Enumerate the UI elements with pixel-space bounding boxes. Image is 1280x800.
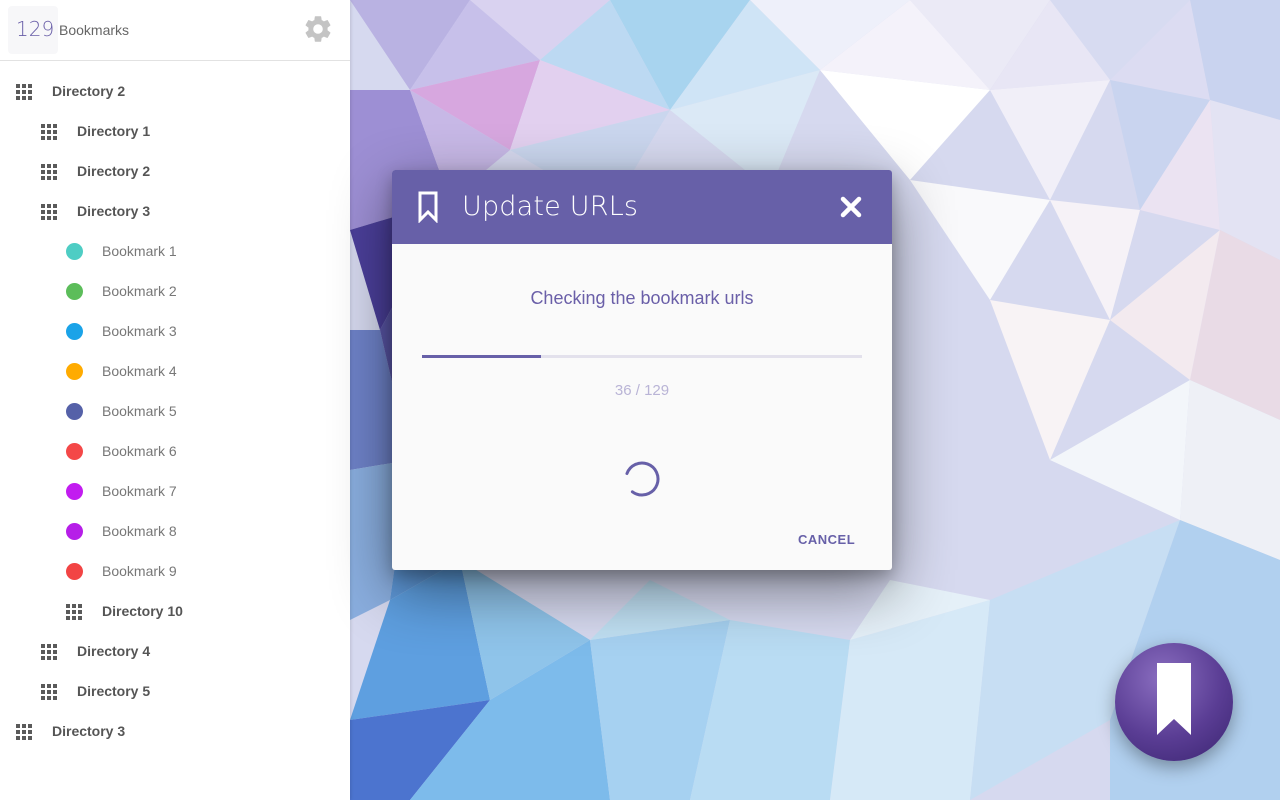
directory-label: Directory 5 xyxy=(77,683,151,699)
bookmark-label: Bookmark 6 xyxy=(102,443,177,459)
bookmark-label: Bookmark 1 xyxy=(102,243,177,259)
bookmark-item[interactable]: Bookmark 6 xyxy=(0,431,350,471)
directory-item[interactable]: Directory 5 xyxy=(0,671,350,711)
grid-icon xyxy=(41,684,57,700)
dialog-message: Checking the bookmark urls xyxy=(530,288,754,308)
bookmark-icon xyxy=(1157,663,1191,735)
bookmark-color-dot xyxy=(66,483,83,500)
bookmark-label: Bookmark 5 xyxy=(102,403,177,419)
sidebar-header: 129 Bookmarks xyxy=(0,0,350,61)
bookmark-item[interactable]: Bookmark 3 xyxy=(0,311,350,351)
bookmark-item[interactable]: Bookmark 9 xyxy=(0,551,350,591)
bookmark-color-dot xyxy=(66,363,83,380)
bookmark-color-dot xyxy=(66,323,83,340)
bookmark-item[interactable]: Bookmark 5 xyxy=(0,391,350,431)
bookmark-color-dot xyxy=(66,283,83,300)
bookmark-count-label: Bookmarks xyxy=(59,22,130,38)
grid-icon xyxy=(41,164,57,180)
directory-item[interactable]: Directory 4 xyxy=(0,631,350,671)
directory-item[interactable]: Directory 1 xyxy=(0,111,350,151)
directory-item[interactable]: Directory 2 xyxy=(0,71,350,111)
directory-label: Directory 1 xyxy=(77,123,151,139)
directory-label: Directory 2 xyxy=(52,83,126,99)
grid-icon xyxy=(41,124,57,140)
grid-icon xyxy=(16,724,32,740)
close-icon[interactable] xyxy=(838,194,864,220)
cancel-button[interactable]: CANCEL xyxy=(798,532,855,547)
directory-label: Directory 10 xyxy=(102,603,183,619)
bookmark-color-dot xyxy=(66,443,83,460)
directory-label: Directory 4 xyxy=(77,643,151,659)
bookmark-item[interactable]: Bookmark 8 xyxy=(0,511,350,551)
bookmark-item[interactable]: Bookmark 4 xyxy=(0,351,350,391)
grid-icon xyxy=(66,604,82,620)
bookmark-fab-button[interactable] xyxy=(1115,643,1233,761)
bookmark-label: Bookmark 3 xyxy=(102,323,177,339)
directory-item[interactable]: Directory 3 xyxy=(0,191,350,231)
bookmark-label: Bookmark 2 xyxy=(102,283,177,299)
bookmark-tree: Directory 2 Directory 1 Directory 2 Directo… xyxy=(0,71,350,751)
bookmark-color-dot xyxy=(66,523,83,540)
grid-icon xyxy=(41,204,57,220)
sidebar: 129 Bookmarks Directory 2 Directory 1 Dire… xyxy=(0,0,350,800)
bookmark-label: Bookmark 9 xyxy=(102,563,177,579)
directory-item[interactable]: Directory 10 xyxy=(0,591,350,631)
directory-label: Directory 3 xyxy=(52,723,126,739)
progress-bar-fill xyxy=(422,355,541,358)
bookmark-label: Bookmark 7 xyxy=(102,483,177,499)
directory-item[interactable]: Directory 3 xyxy=(0,711,350,751)
gear-icon[interactable] xyxy=(302,13,334,45)
bookmark-item[interactable]: Bookmark 7 xyxy=(0,471,350,511)
progress-text: 36 / 129 xyxy=(614,382,670,399)
grid-icon xyxy=(41,644,57,660)
bookmark-color-dot xyxy=(66,403,83,420)
progress-bar xyxy=(422,355,862,358)
bookmark-outline-icon xyxy=(418,191,438,223)
bookmark-label: Bookmark 4 xyxy=(102,363,177,379)
update-urls-dialog: Update URLs Checking the bookmark urls 3… xyxy=(392,170,892,570)
bookmark-label: Bookmark 8 xyxy=(102,523,177,539)
loading-spinner xyxy=(624,461,660,497)
dialog-header: Update URLs xyxy=(392,170,892,244)
dialog-title: Update URLs xyxy=(462,191,639,222)
directory-label: Directory 2 xyxy=(77,163,151,179)
directory-item[interactable]: Directory 2 xyxy=(0,151,350,191)
bookmark-count: 129 xyxy=(16,17,55,41)
bookmark-color-dot xyxy=(66,243,83,260)
bookmark-color-dot xyxy=(66,563,83,580)
directory-label: Directory 3 xyxy=(77,203,151,219)
grid-icon xyxy=(16,84,32,100)
bookmark-item[interactable]: Bookmark 1 xyxy=(0,231,350,271)
bookmark-item[interactable]: Bookmark 2 xyxy=(0,271,350,311)
